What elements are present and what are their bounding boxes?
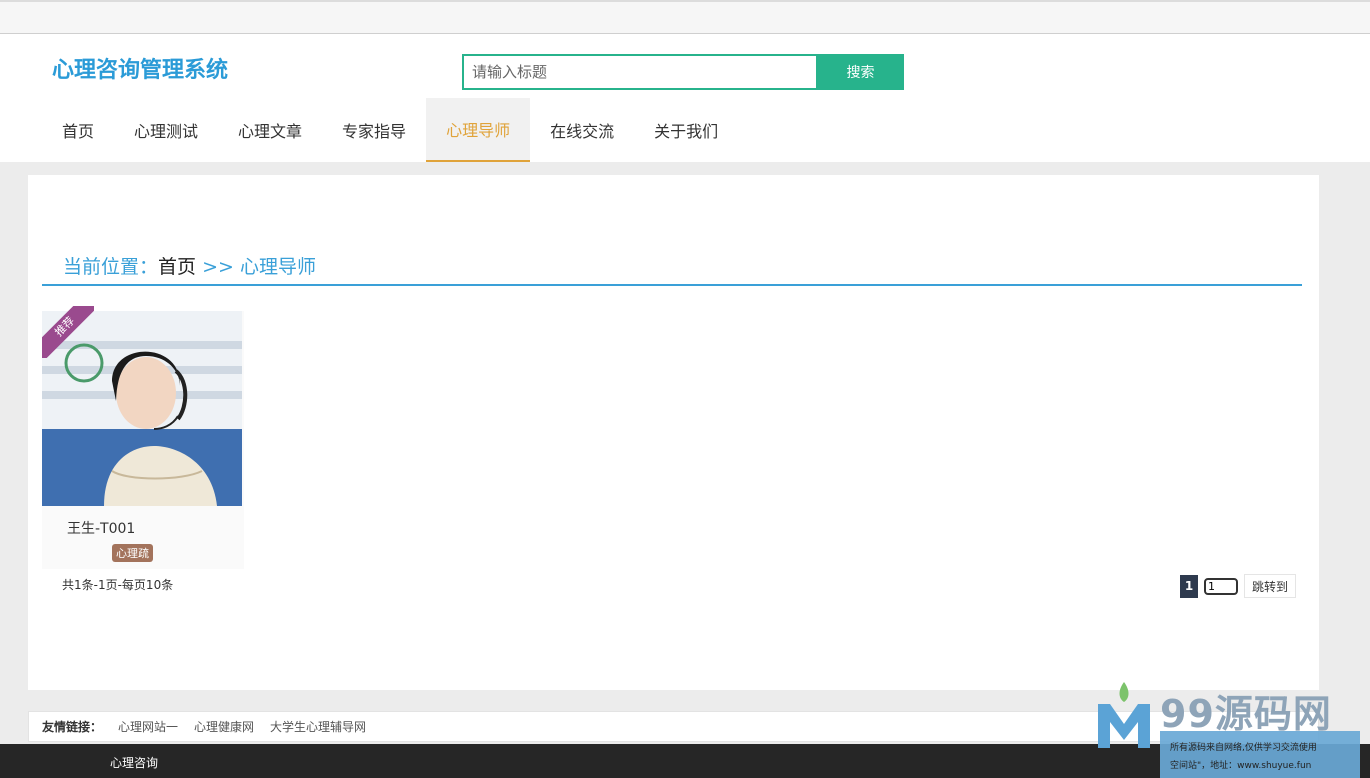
watermark-logo-icon: [1098, 682, 1150, 748]
site-header: 心理咨询管理系统 搜索 首页 心理测试 心理文章 专家指导 心理导师 在线交流 …: [0, 34, 1370, 162]
nav-item-about-us[interactable]: 关于我们: [634, 98, 738, 162]
nav-item-psych-test[interactable]: 心理测试: [114, 98, 218, 162]
ribbon-label: 推荐: [42, 306, 94, 358]
site-logo[interactable]: 心理咨询管理系统: [52, 52, 228, 84]
recommended-ribbon: 推荐: [42, 306, 94, 358]
nav-item-psych-mentors[interactable]: 心理导师: [426, 98, 531, 162]
pagination-info: 共1条-1页-每页10条: [62, 578, 174, 592]
nav-item-home[interactable]: 首页: [42, 98, 114, 162]
watermark-notice-line1: 所有源码来自网络,仅供学习交流使用: [1170, 743, 1317, 753]
nav-item-expert-guidance[interactable]: 专家指导: [322, 98, 426, 162]
friend-links-label: 友情链接：: [42, 720, 103, 734]
breadcrumb-label: 当前位置：: [63, 256, 159, 278]
search-box: [462, 54, 818, 90]
page-number-current[interactable]: 1: [1180, 574, 1198, 598]
mentor-card[interactable]: 推荐 王生-T001 心理疏: [42, 306, 244, 569]
breadcrumb: 当前位置：首页 >> 心理导师: [63, 252, 316, 279]
friend-link-1[interactable]: 心理网站一: [118, 718, 178, 735]
nav-item-online-chat[interactable]: 在线交流: [530, 98, 634, 162]
breadcrumb-separator: >>: [202, 256, 234, 278]
main-content: 当前位置：首页 >> 心理导师 推荐 王生-T001 心理疏 共1条-1页-每页…: [28, 175, 1319, 690]
pagination: 1 跳转到: [1180, 574, 1297, 598]
mentor-category-badge: 心理疏: [112, 544, 153, 562]
search-input[interactable]: [464, 56, 816, 88]
page-jump-button[interactable]: 跳转到: [1244, 574, 1297, 598]
watermark-notice: 所有源码来自网络,仅供学习交流使用 空间站"，地址：www.shuyue.fun: [1160, 731, 1360, 778]
breadcrumb-current: 心理导师: [239, 256, 316, 278]
footer-text: 心理咨询: [110, 756, 159, 770]
page-jump-input[interactable]: [1204, 577, 1238, 595]
friend-link-3[interactable]: 大学生心理辅导网: [270, 718, 366, 735]
nav-item-psych-articles[interactable]: 心理文章: [218, 98, 322, 162]
watermark-notice-line2: 空间站"，地址：www.shuyue.fun: [1170, 761, 1312, 771]
breadcrumb-divider: [42, 284, 1302, 286]
main-nav: 首页 心理测试 心理文章 专家指导 心理导师 在线交流 关于我们: [42, 98, 738, 162]
browser-top-strip: [0, 0, 1370, 34]
watermark-brand: 99源码网: [1160, 692, 1332, 736]
breadcrumb-home-link[interactable]: 首页: [158, 256, 196, 278]
search-button[interactable]: 搜索: [817, 54, 904, 90]
mentor-name[interactable]: 王生-T001: [67, 518, 135, 538]
friend-link-2[interactable]: 心理健康网: [194, 718, 254, 735]
